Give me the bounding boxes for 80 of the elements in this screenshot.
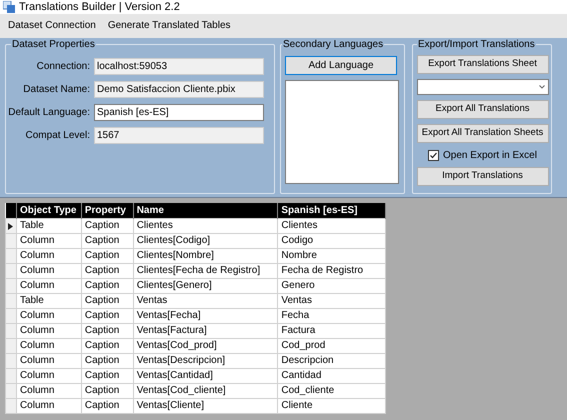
table-cell: Caption: [81, 294, 134, 308]
field-label: Compat Level:: [24, 129, 91, 143]
table-cell: Caption: [81, 218, 134, 234]
table-cell: Column: [16, 308, 82, 324]
column-header[interactable]: Spanish [es-ES]: [278, 203, 386, 218]
table-cell: Column: [16, 398, 82, 414]
menu-item[interactable]: Generate Translated Tables: [104, 18, 235, 34]
group-title: Secondary Languages: [282, 38, 384, 51]
table-cell: Fecha: [278, 308, 386, 324]
table-cell: Clientes: [278, 218, 386, 234]
app-icon: [3, 1, 15, 13]
field-label: Connection:: [36, 60, 91, 74]
table-cell: Ventas[Cantidad]: [133, 368, 278, 384]
table-cell: Caption: [81, 398, 134, 414]
table-cell: Ventas[Descripcion]: [133, 354, 278, 368]
table-cell: Cantidad: [278, 368, 386, 384]
table-cell: Caption: [81, 234, 134, 248]
menu-item[interactable]: Dataset Connection: [4, 18, 100, 34]
table-cell: Fecha de Registro: [278, 264, 386, 278]
table-cell: Column: [16, 264, 82, 278]
window-title: Translations Builder | Version 2.2: [19, 2, 180, 12]
table-cell: Clientes[Fecha de Registro]: [133, 264, 278, 278]
table-cell: Ventas[Cliente]: [133, 398, 278, 414]
field-label: Default Language:: [7, 106, 91, 120]
table-cell: Codigo: [278, 234, 386, 248]
export-button[interactable]: Import Translations: [416, 167, 548, 186]
languages-list[interactable]: [285, 80, 399, 184]
table-cell: Nombre: [278, 248, 386, 264]
column-header[interactable]: Object Type: [16, 203, 82, 218]
table-cell: Table: [16, 218, 82, 234]
table-cell: Genero: [278, 278, 386, 294]
table-cell: Caption: [81, 384, 134, 398]
group-title: Dataset Properties: [11, 38, 96, 51]
table-cell: Caption: [81, 278, 134, 294]
table-cell: Clientes[Nombre]: [133, 248, 278, 264]
table-cell: Ventas[Factura]: [133, 324, 278, 338]
current-row-icon: [8, 222, 13, 230]
table-cell: Clientes: [133, 218, 278, 234]
table-cell: Ventas[Cod_cliente]: [133, 384, 278, 398]
table-cell: Clientes[Codigo]: [133, 234, 278, 248]
column-header[interactable]: Name: [133, 203, 278, 218]
checkbox-label[interactable]: Open Export in Excel: [443, 148, 537, 162]
table-cell: Column: [16, 324, 82, 338]
table-cell: Caption: [81, 264, 134, 278]
table-cell: Column: [16, 338, 82, 354]
table-cell: Caption: [81, 248, 134, 264]
language-dropdown[interactable]: [416, 79, 548, 95]
table-cell: Descripcion: [278, 354, 386, 368]
table-cell: Column: [16, 234, 82, 248]
table-cell: Caption: [81, 338, 134, 354]
export-button[interactable]: Export All Translations: [416, 100, 548, 119]
table-cell: Ventas[Cod_prod]: [133, 338, 278, 354]
table-cell: Ventas: [133, 294, 278, 308]
export-button[interactable]: Export All Translation Sheets: [416, 124, 548, 143]
add-language-button[interactable]: Add Language: [285, 56, 397, 75]
table-cell: Column: [16, 354, 82, 368]
group-title: Export/Import Translations: [417, 38, 536, 51]
table-cell: Column: [16, 278, 82, 294]
table-cell: Caption: [81, 354, 134, 368]
table-cell: Ventas: [278, 294, 386, 308]
text-field[interactable]: Spanish [es-ES]: [94, 104, 264, 121]
table-cell: Factura: [278, 324, 386, 338]
table-cell: Cliente: [278, 398, 386, 414]
table-cell: Caption: [81, 368, 134, 384]
export-button[interactable]: Export Translations Sheet: [416, 55, 548, 74]
table-cell: Ventas[Fecha]: [133, 308, 278, 324]
table-cell: Column: [16, 248, 82, 264]
table-cell: Cod_prod: [278, 338, 386, 354]
table-cell: Column: [16, 368, 82, 384]
field-label: Dataset Name:: [22, 83, 91, 97]
table-cell: Clientes[Genero]: [133, 278, 278, 294]
row-header[interactable]: [6, 218, 16, 234]
chevron-down-icon: [538, 85, 544, 89]
table-cell: Cod_cliente: [278, 384, 386, 398]
column-header[interactable]: Property: [81, 203, 134, 218]
table-cell: Caption: [81, 308, 134, 324]
checkbox[interactable]: [428, 150, 440, 160]
table-cell: Caption: [81, 324, 134, 338]
table-cell: Column: [16, 384, 82, 398]
table-cell: Table: [16, 294, 82, 308]
